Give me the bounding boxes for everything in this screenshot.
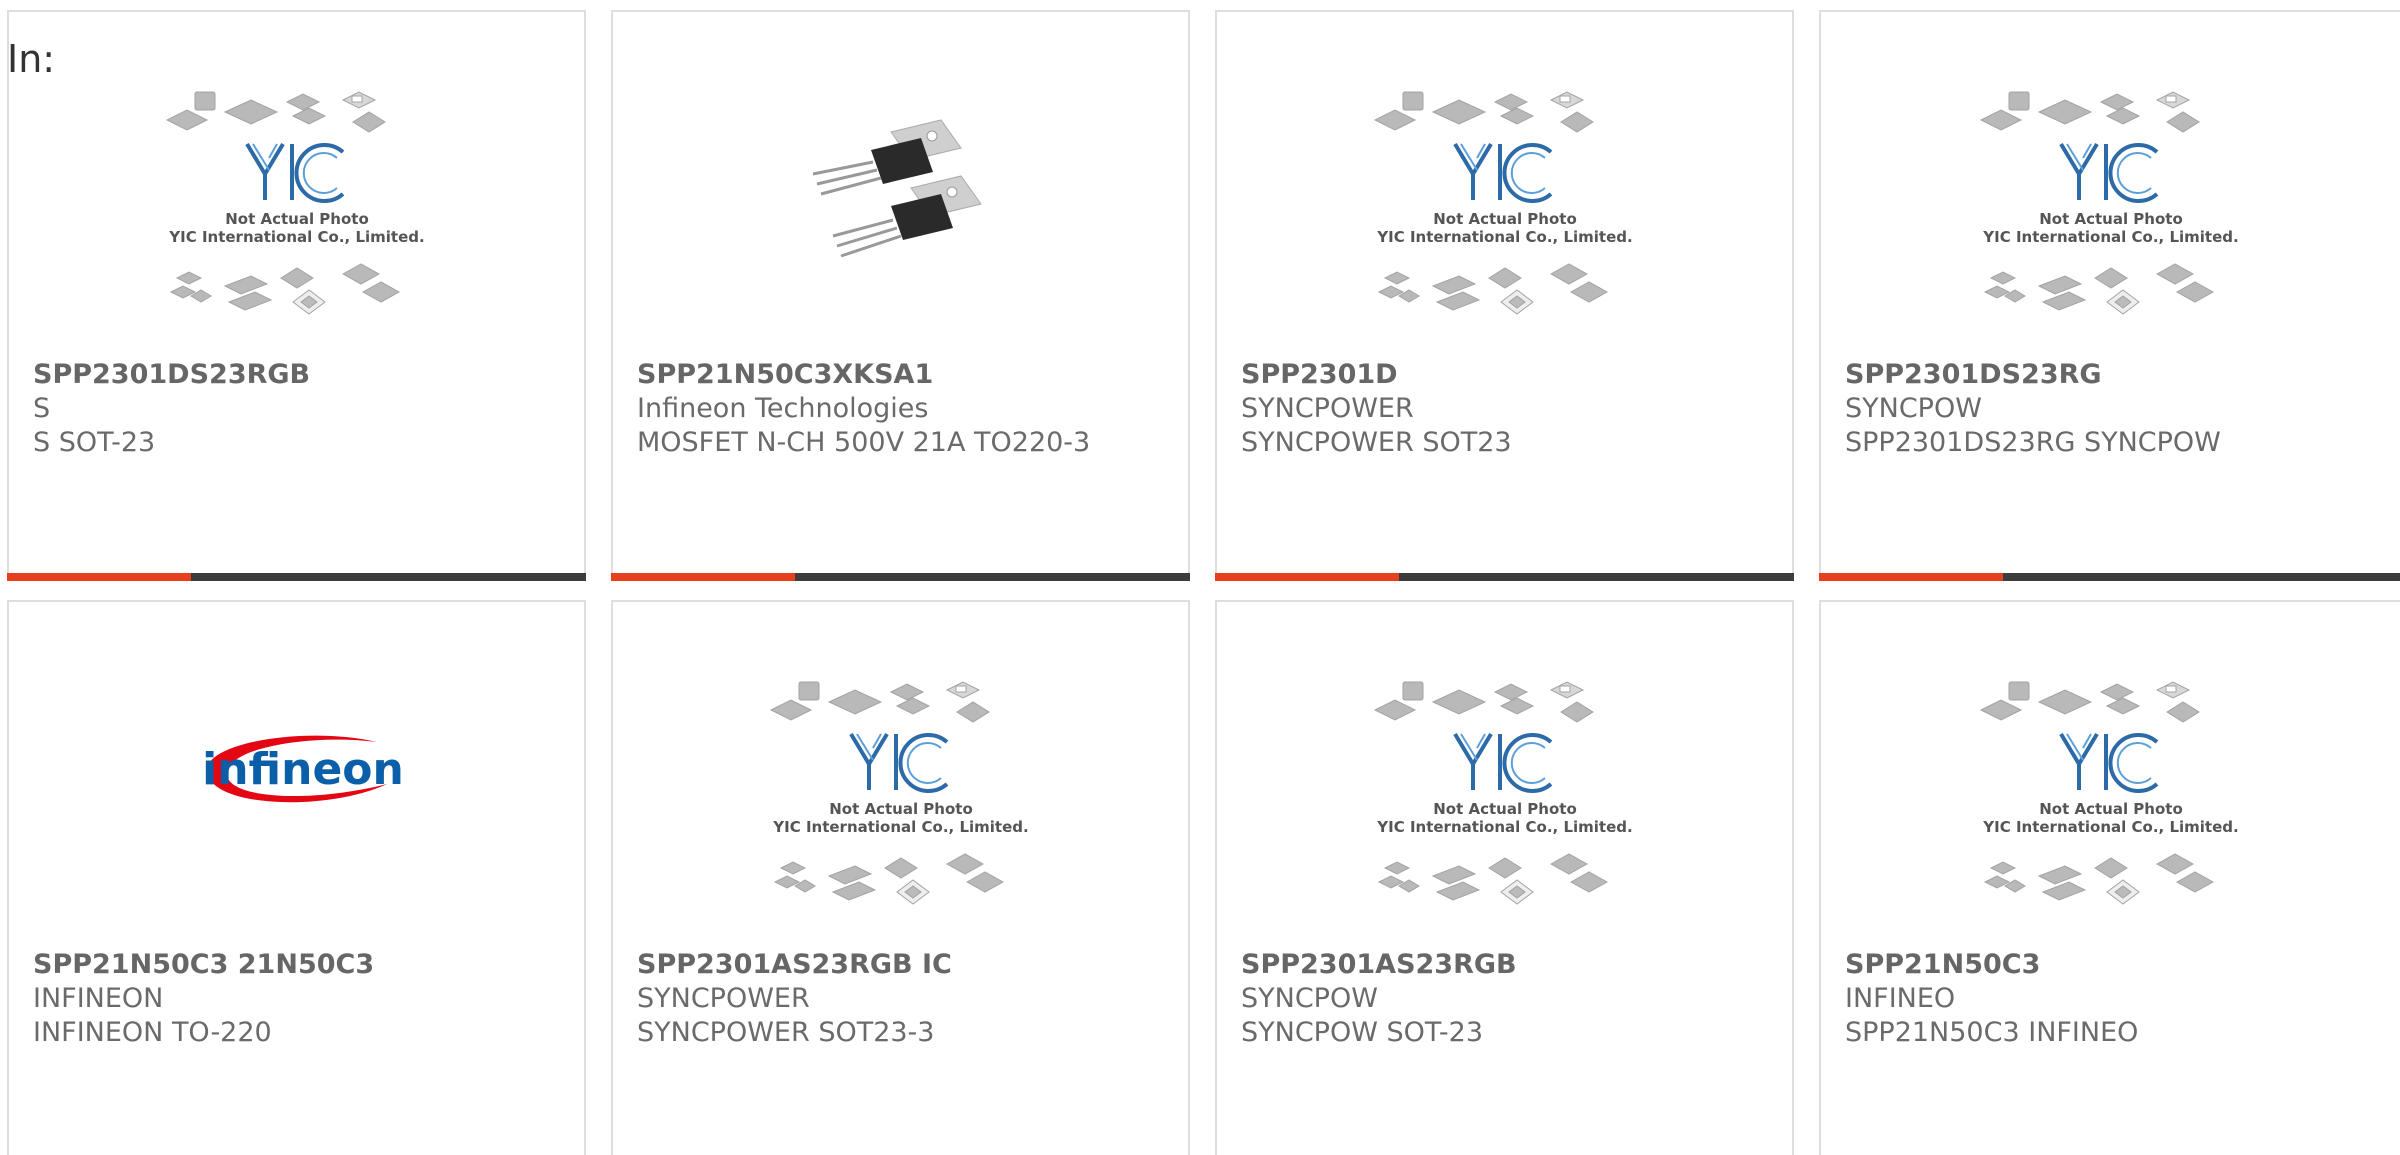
manufacturer: INFINEO (1845, 983, 1956, 1014)
infineon-logo-graphic: infineon (202, 735, 404, 803)
svg-text:YIC International Co., Limited: YIC International Co., Limited. (772, 818, 1028, 836)
svg-text:Not Actual Photo: Not Actual Photo (829, 800, 973, 818)
svg-text:YIC International Co., Limited: YIC International Co., Limited. (1376, 228, 1632, 246)
description: MOSFET N-CH 500V 21A TO220-3 (637, 427, 1091, 458)
placeholder-image: Not Actual Photo YIC International Co., … (613, 672, 1188, 952)
placeholder-image: Not Actual Photo YIC International Co., … (1821, 82, 2400, 362)
placeholder-image: Not Actual Photo YIC International Co., … (1217, 672, 1792, 952)
card-bar-accent (1215, 573, 1399, 581)
description: INFINEON TO-220 (33, 1017, 272, 1048)
part-number[interactable]: SPP2301DS23RGB (33, 358, 574, 392)
svg-text:Not Actual Photo: Not Actual Photo (2039, 800, 2183, 818)
description: S SOT-23 (33, 427, 156, 458)
product-card[interactable]: Not Actual Photo YIC International Co., … (1819, 10, 2400, 581)
manufacturer: SYNCPOWER (637, 983, 810, 1014)
card-bar-accent (611, 573, 795, 581)
card-bar (1819, 573, 2400, 581)
manufacturer: Infineon Technologies (637, 393, 929, 424)
card-bar (611, 573, 1190, 581)
svg-text:Not Actual Photo: Not Actual Photo (225, 210, 369, 228)
svg-text:YIC International Co., Limited: YIC International Co., Limited. (1376, 818, 1632, 836)
part-number[interactable]: SPP2301D (1241, 358, 1782, 392)
manufacturer: SYNCPOW (1845, 393, 1982, 424)
product-card[interactable]: Not Actual Photo YIC International Co., … (611, 600, 1190, 1155)
product-card[interactable]: Not Actual Photo YIC International Co., … (1215, 10, 1794, 581)
product-card[interactable]: SPP21N50C3XKSA1 Infineon Technologies MO… (611, 10, 1190, 581)
part-number[interactable]: SPP21N50C3XKSA1 (637, 358, 1178, 392)
yic-placeholder-graphic: Not Actual Photo YIC International Co., … (769, 681, 1028, 905)
description: SYNCPOWER SOT23 (1241, 427, 1512, 458)
placeholder-image: Not Actual Photo YIC International Co., … (1821, 672, 2400, 952)
yic-placeholder-graphic: Not Actual Photo YIC International Co., … (1373, 91, 1632, 315)
svg-text:YIC International Co., Limited: YIC International Co., Limited. (168, 228, 424, 246)
product-card[interactable]: Not Actual Photo YIC International Co., … (1215, 600, 1794, 1155)
yic-placeholder-graphic: Not Actual Photo YIC International Co., … (165, 91, 424, 315)
yic-placeholder-graphic: Not Actual Photo YIC International Co., … (1979, 681, 2238, 905)
placeholder-image: Not Actual Photo YIC International Co., … (9, 82, 584, 362)
in-label: In: (7, 37, 56, 81)
product-grid-page: In: Not Actual Photo YIC International C… (0, 0, 2400, 1155)
manufacturer: INFINEON (33, 983, 164, 1014)
svg-text:Not Actual Photo: Not Actual Photo (1433, 210, 1577, 228)
product-card[interactable]: Not Actual Photo YIC International Co., … (7, 10, 586, 581)
description: SPP21N50C3 INFINEO (1845, 1017, 2139, 1048)
placeholder-image: Not Actual Photo YIC International Co., … (1217, 82, 1792, 362)
description: SYNCPOW SOT-23 (1241, 1017, 1483, 1048)
svg-text:YIC International Co., Limited: YIC International Co., Limited. (1982, 228, 2238, 246)
description: SYNCPOWER SOT23-3 (637, 1017, 935, 1048)
description: SPP2301DS23RG SYNCPOW (1845, 427, 2221, 458)
part-number[interactable]: SPP21N50C3 21N50C3 (33, 948, 574, 982)
transistor-photo (613, 102, 1188, 382)
product-card[interactable]: infineon SPP21N50C3 21N50C3 INFINEON INF… (7, 600, 586, 1155)
svg-text:YIC International Co., Limited: YIC International Co., Limited. (1982, 818, 2238, 836)
part-number[interactable]: SPP2301DS23RG (1845, 358, 2390, 392)
svg-text:Not Actual Photo: Not Actual Photo (2039, 210, 2183, 228)
part-number[interactable]: SPP2301AS23RGB (1241, 948, 1782, 982)
manufacturer: SYNCPOW (1241, 983, 1378, 1014)
yic-placeholder-graphic: Not Actual Photo YIC International Co., … (1979, 91, 2238, 315)
to220-transistor-graphic (812, 119, 982, 258)
card-bar-accent (1819, 573, 2003, 581)
card-bar-accent (7, 573, 191, 581)
card-bar (1215, 573, 1794, 581)
card-bar (7, 573, 586, 581)
yic-placeholder-graphic: Not Actual Photo YIC International Co., … (1373, 681, 1632, 905)
product-card[interactable]: Not Actual Photo YIC International Co., … (1819, 600, 2400, 1155)
manufacturer: S (33, 393, 51, 424)
svg-text:infineon: infineon (202, 744, 404, 795)
part-number[interactable]: SPP21N50C3 (1845, 948, 2390, 982)
manufacturer: SYNCPOWER (1241, 393, 1414, 424)
part-number[interactable]: SPP2301AS23RGB IC (637, 948, 1178, 982)
svg-text:Not Actual Photo: Not Actual Photo (1433, 800, 1577, 818)
